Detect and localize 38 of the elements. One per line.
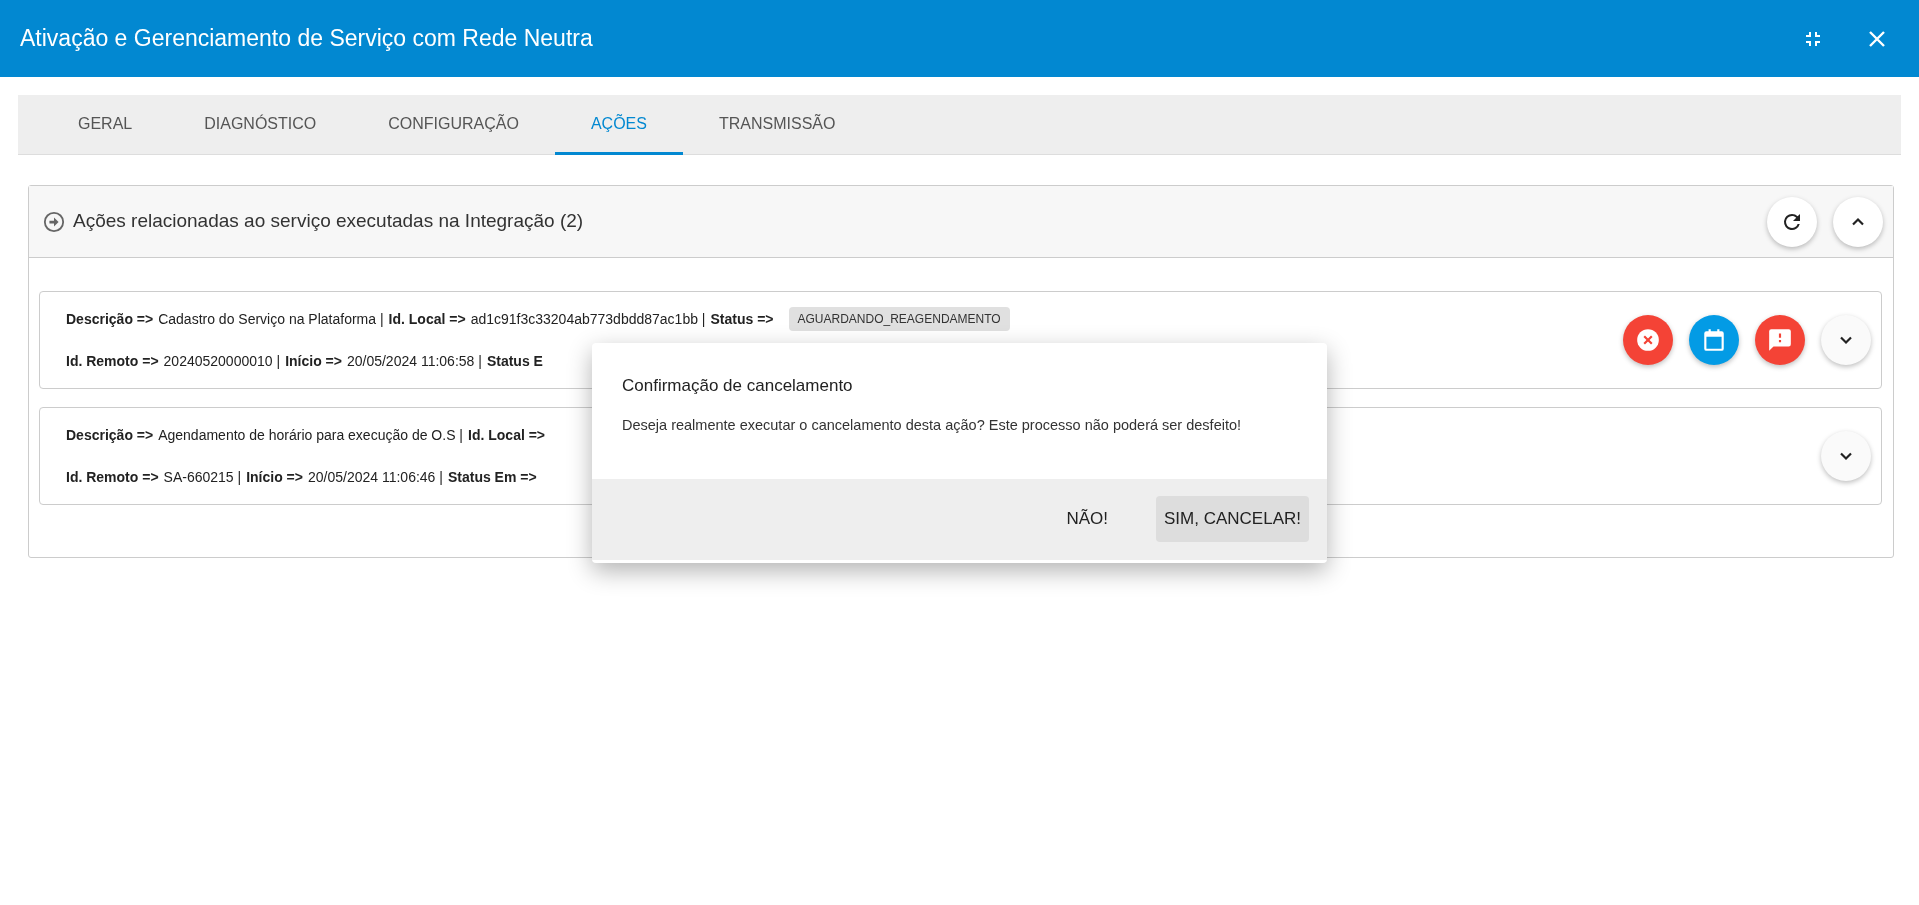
field-value: 20/05/2024 11:06:46 |	[308, 467, 443, 487]
tab[interactable]: TRANSMISSÃO	[682, 95, 872, 155]
dialog-title: Confirmação de cancelamento	[621, 375, 854, 397]
field-value: 20240520000010 |	[163, 351, 281, 371]
field-value: ad1c91f3c33204ab773dbdd87ac1bb |	[470, 309, 706, 329]
field-label: Status Em =>	[447, 467, 537, 487]
tab[interactable]: GERAL	[42, 95, 169, 155]
cancel-button[interactable]	[1623, 315, 1673, 365]
field-label: Descrição =>	[66, 309, 154, 329]
field-label: Id. Local =>	[468, 425, 546, 445]
status-badge: AGUARDANDO_REAGENDAMENTO	[788, 307, 1010, 331]
field-value: Cadastro do Serviço na Plataforma |	[158, 309, 384, 329]
field-label: Id. Local =>	[388, 309, 466, 329]
cancel-icon	[1635, 327, 1661, 353]
field-label: Status =>	[710, 309, 774, 329]
tab[interactable]: DIAGNÓSTICO	[168, 95, 353, 155]
field-label: Id. Remoto =>	[66, 351, 159, 371]
calendar-icon	[1701, 327, 1727, 353]
alert-button[interactable]	[1755, 315, 1805, 365]
tab[interactable]: CONFIGURAÇÃO	[352, 95, 555, 155]
window-title: Ativação e Gerenciamento de Serviço com Rede Neutra	[20, 24, 594, 54]
field-value: SA-660215 |	[163, 467, 242, 487]
field-label: Status E	[486, 351, 543, 371]
field-value: 20/05/2024 11:06:58 |	[346, 351, 482, 371]
alert-message-icon	[1767, 327, 1793, 353]
field-label: Início =>	[246, 467, 303, 487]
field-label: Id. Remoto =>	[66, 467, 159, 487]
schedule-button[interactable]	[1689, 315, 1739, 365]
panel-title: Ações relacionadas ao serviço executadas na Integração (2)	[73, 209, 584, 234]
dismiss-button[interactable]: NÃO!	[1058, 496, 1116, 542]
dialog-message: Deseja realmente executar o cancelamento desta ação? Este processo não poderá ser desfeito!	[621, 415, 1243, 435]
refresh-button[interactable]	[1767, 196, 1817, 247]
tab[interactable]: AÇÕES	[554, 95, 683, 155]
field-label: Descrição =>	[66, 425, 154, 445]
field-value: Agendamento de horário para execução de O.S |	[158, 425, 463, 445]
arrow-circle-icon	[43, 210, 65, 233]
confirm-button[interactable]: SIM, CANCELAR!	[1156, 496, 1309, 542]
field-label: Início =>	[285, 351, 342, 371]
